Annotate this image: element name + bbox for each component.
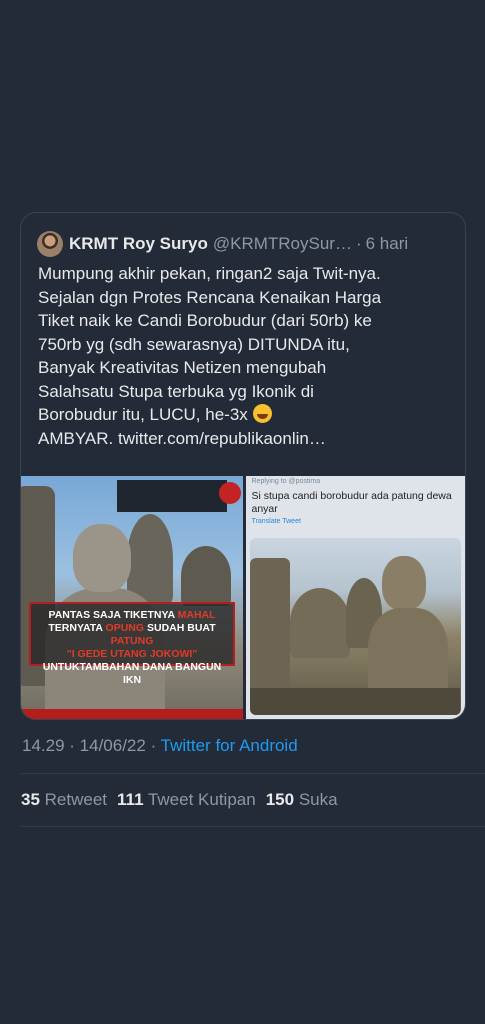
tweet-text-line: Borobudur itu, LUCU, he-3x [38, 405, 248, 424]
tweet-text-line: Mumpung akhir pekan, ringan2 saja Twit-n… [38, 264, 381, 283]
embedded-tweet-text: Si stupa candi borobudur ada patung dewa… [251, 490, 452, 515]
quoted-tweet-card[interactable]: KRMT Roy Suryo @KRMTRoySur… · 6 hari Mum… [20, 212, 466, 720]
stupa-shape [181, 546, 231, 606]
tweet-time: 6 hari [365, 234, 409, 253]
tweet-text-line: Banyak Kreativitas Netizen mengubah [38, 358, 327, 377]
meme-text: SUDAH BUAT [144, 622, 216, 634]
logo-badge-icon [218, 482, 241, 504]
quotes-label: Tweet Kutipan [147, 790, 256, 809]
stupa-shape [127, 514, 173, 604]
buddha-head-shape [73, 524, 131, 592]
tweet-text-line-link[interactable]: AMBYAR. twitter.com/republikaonlin… [38, 429, 326, 448]
separator-dot: · [64, 736, 80, 755]
stupa-shape [249, 558, 290, 698]
replying-to-label: Replying to @postima [251, 478, 321, 485]
stupa-shape [289, 588, 350, 658]
author-name: KRMT Roy Suryo [69, 234, 208, 253]
temple-floor-shape [249, 688, 460, 715]
likes-label: Suka [298, 790, 338, 809]
news-screenshot-overlay [117, 480, 227, 512]
tweet-text-line: Salahsatu Stupa terbuka yg Ikonik di [38, 381, 314, 401]
author-handle: @KRMTRoySur… [212, 234, 352, 253]
meme-text-highlight: OPUNG [105, 622, 145, 634]
divider [20, 826, 485, 827]
tweet-text: Mumpung akhir pekan, ringan2 saja Twit-n… [38, 262, 458, 450]
laughing-emoji-icon [252, 404, 272, 423]
tweet-text-line: Sejalan dgn Protes Rencana Kenaikan Harg… [38, 287, 382, 307]
tweet-date: 14/06/22 [79, 736, 146, 755]
meme-text-highlight: "I GEDE UTANG JOKOWI" [66, 648, 198, 660]
retweets-count: 35 [21, 790, 40, 809]
tweet-source-link[interactable]: Twitter for Android [161, 736, 298, 755]
separator-dot: · [355, 234, 362, 253]
tweet-metadata: 14.29 · 14/06/22 · Twitter for Android [22, 736, 298, 756]
retweets-stat[interactable]: 35 Retweet [21, 790, 107, 810]
tweet-author-row: KRMT Roy Suryo @KRMTRoySur… · 6 hari [37, 230, 451, 258]
meme-text: TERNYATA [48, 622, 106, 634]
meme-text-highlight: MAHAL [177, 609, 216, 621]
engagement-stats: 35 Retweet 111 Tweet Kutipan 150 Suka [21, 790, 338, 810]
media-image-right[interactable]: Replying to @postima Si stupa candi boro… [245, 476, 465, 719]
likes-count: 150 [265, 790, 295, 809]
quotes-stat[interactable]: 111 Tweet Kutipan [117, 790, 256, 810]
tweet-text-line: 750rb yg (sdh sewarasnya) DITUNDA itu, [38, 334, 350, 354]
red-caption-strip [21, 709, 243, 719]
avatar[interactable] [37, 231, 63, 257]
likes-stat[interactable]: 150 Suka [266, 790, 338, 810]
tweet-timestamp: 14.29 [22, 736, 65, 755]
separator-dot: · [145, 736, 161, 755]
borobudur-photo [249, 538, 461, 715]
divider [20, 773, 485, 774]
translate-tweet-link: Translate Tweet [251, 518, 301, 525]
tweet-text-line: Tiket naik ke Candi Borobudur (dari 50rb… [38, 311, 372, 330]
quotes-count: 111 [117, 790, 144, 809]
media-image-left[interactable]: PANTAS SAJA TIKETNYA MAHAL TERNYATA OPUN… [21, 476, 243, 719]
meme-caption-box: PANTAS SAJA TIKETNYA MAHAL TERNYATA OPUN… [29, 602, 235, 686]
buddha-head-shape [381, 556, 426, 610]
meme-text: PANTAS SAJA TIKETNYA [48, 609, 178, 621]
meme-text-highlight: PATUNG [110, 635, 154, 647]
retweets-label: Retweet [44, 790, 108, 809]
tweet-media: PANTAS SAJA TIKETNYA MAHAL TERNYATA OPUN… [21, 476, 465, 719]
